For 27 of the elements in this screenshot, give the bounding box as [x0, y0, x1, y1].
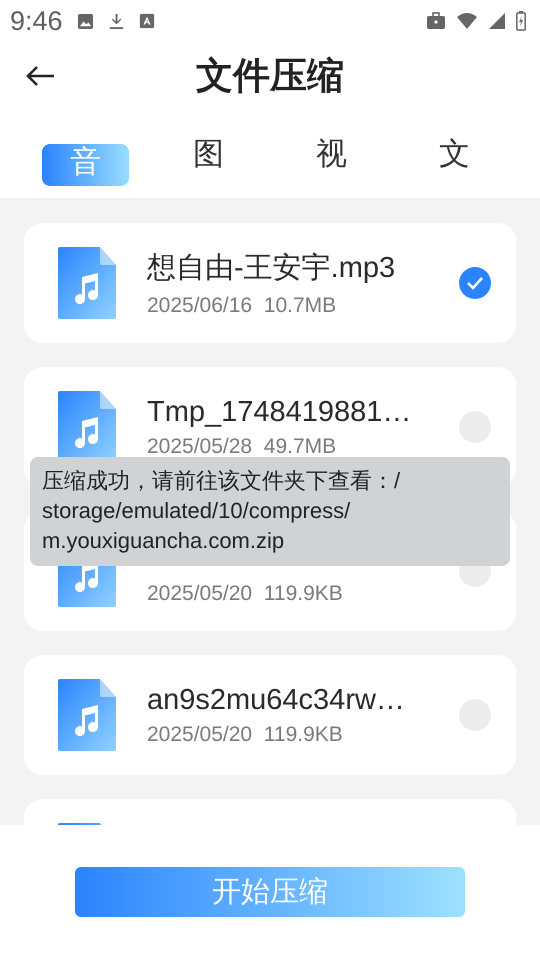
file-name: 想自由-王安宇.mp3 [147, 251, 396, 286]
signal-icon [488, 12, 506, 30]
file-card[interactable]: 想自由-王安宇.mp3 2025/06/16 10.7MB [24, 223, 516, 343]
briefcase-icon [426, 12, 446, 30]
wifi-icon [456, 12, 478, 30]
image-icon [76, 12, 94, 30]
file-info: 2025/05/20 119.9KB [147, 582, 344, 606]
category-tab[interactable]: 图 [165, 134, 252, 176]
category-tab[interactable]: 视 [288, 134, 375, 176]
page-title: 文件压缩 [196, 53, 344, 99]
success-toast: 压缩成功，请前往该文件夹下查看：/storage/emulated/10/compress/m.youxiguancha.com.zip [30, 457, 510, 566]
file-info: 2025/05/20 119.9KB [147, 722, 344, 746]
checkbox[interactable] [459, 267, 491, 299]
font-icon [138, 13, 155, 29]
music-file-icon [58, 247, 116, 319]
file-info: 2025/06/16 10.7MB [147, 294, 338, 318]
music-file-icon [58, 566, 116, 607]
file-name: Tmp_1748419881… [147, 396, 412, 428]
file-info: 2025/05/28 49.7MB [147, 434, 338, 458]
status-time: 9:46 [10, 6, 63, 36]
back-arrow-icon[interactable] [24, 64, 56, 88]
music-file-icon [58, 679, 116, 751]
file-card[interactable]: an9s2mu64c34rw… 2025/05/20 119.9KB [24, 655, 516, 775]
category-tab[interactable]: 文 [411, 134, 498, 176]
battery-icon [516, 11, 526, 31]
file-name: an9s2mu64c34rw… [147, 684, 406, 716]
download-icon [108, 12, 125, 30]
